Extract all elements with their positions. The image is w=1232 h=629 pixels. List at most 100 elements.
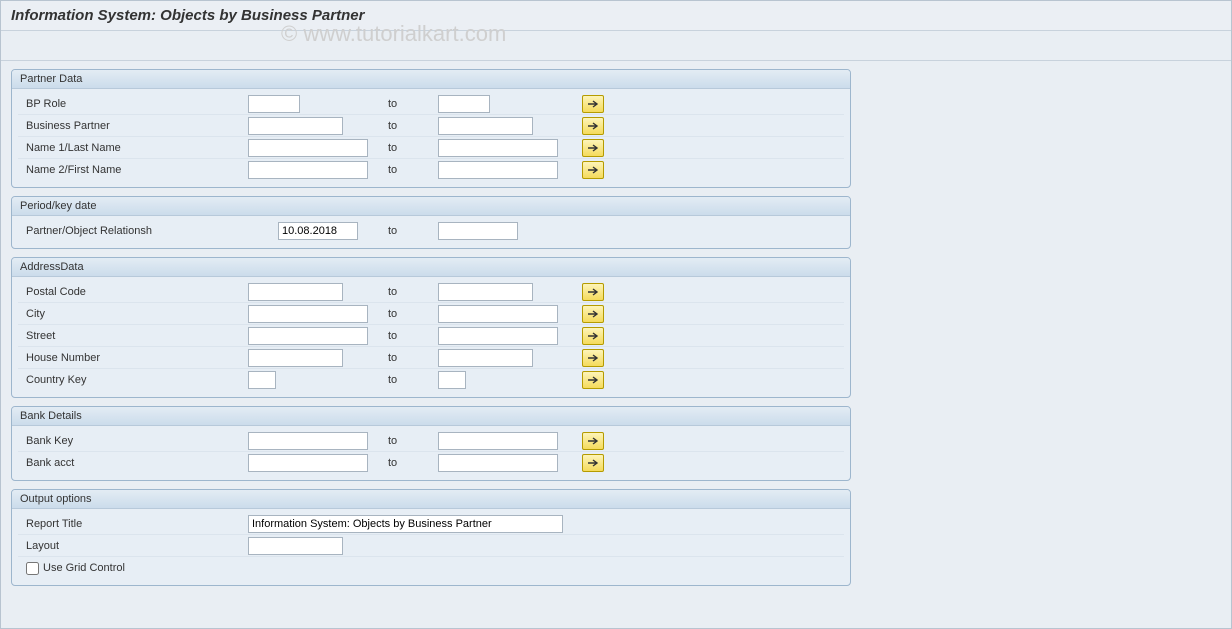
group-title-address: AddressData [12,258,850,277]
input-name2-from[interactable] [248,161,368,179]
group-body-address: Postal Code to City to Street to [12,277,850,397]
multiselect-button-street[interactable] [582,327,604,345]
multiselect-button-bp-role[interactable] [582,95,604,113]
checkbox-use-grid[interactable] [26,562,39,575]
input-name1-to[interactable] [438,139,558,157]
label-country: Country Key [18,374,248,386]
row-name1: Name 1/Last Name to [18,137,844,159]
label-postal: Postal Code [18,286,248,298]
to-label: to [388,286,438,298]
row-name2: Name 2/First Name to [18,159,844,181]
multiselect-button-postal[interactable] [582,283,604,301]
input-street-to[interactable] [438,327,558,345]
group-body-period: Partner/Object Relationsh to [12,216,850,248]
row-use-grid: Use Grid Control [18,557,844,579]
input-street-from[interactable] [248,327,368,345]
to-label: to [388,98,438,110]
input-bank-acct-to[interactable] [438,454,558,472]
group-bank: Bank Details Bank Key to Bank acct to [11,406,851,481]
multiselect-button-bank-acct[interactable] [582,454,604,472]
label-layout: Layout [18,540,248,552]
to-label: to [388,120,438,132]
input-bp-role-from[interactable] [248,95,300,113]
row-city: City to [18,303,844,325]
group-body-partner-data: BP Role to Business Partner to Name 1/La… [12,89,850,187]
input-country-to[interactable] [438,371,466,389]
row-house: House Number to [18,347,844,369]
row-layout: Layout [18,535,844,557]
to-label: to [388,352,438,364]
page-title: Information System: Objects by Business … [11,7,364,24]
arrow-right-icon [587,287,599,297]
input-relationship-to[interactable] [438,222,518,240]
row-street: Street to [18,325,844,347]
input-bank-key-from[interactable] [248,432,368,450]
to-label: to [388,164,438,176]
group-title-period: Period/key date [12,197,850,216]
multiselect-button-name2[interactable] [582,161,604,179]
multiselect-button-house[interactable] [582,349,604,367]
row-report-title: Report Title [18,513,844,535]
input-bank-acct-from[interactable] [248,454,368,472]
multiselect-button-name1[interactable] [582,139,604,157]
row-bp-role: BP Role to [18,93,844,115]
to-label: to [388,330,438,342]
input-name2-to[interactable] [438,161,558,179]
arrow-right-icon [587,143,599,153]
group-title-bank: Bank Details [12,407,850,426]
to-label: to [388,435,438,447]
group-address: AddressData Postal Code to City to [11,257,851,398]
to-label: to [388,142,438,154]
input-city-from[interactable] [248,305,368,323]
label-house: House Number [18,352,248,364]
app-window: © www.tutorialkart.com Information Syste… [0,0,1232,629]
row-relationship: Partner/Object Relationsh to [18,220,844,242]
input-report-title[interactable] [248,515,563,533]
label-business-partner: Business Partner [18,120,248,132]
label-street: Street [18,330,248,342]
input-postal-from[interactable] [248,283,343,301]
input-house-from[interactable] [248,349,343,367]
input-bp-role-to[interactable] [438,95,490,113]
group-body-bank: Bank Key to Bank acct to [12,426,850,480]
input-business-partner-to[interactable] [438,117,533,135]
input-house-to[interactable] [438,349,533,367]
label-report-title: Report Title [18,518,248,530]
label-city: City [18,308,248,320]
row-business-partner: Business Partner to [18,115,844,137]
multiselect-button-country[interactable] [582,371,604,389]
row-postal: Postal Code to [18,281,844,303]
group-title-partner-data: Partner Data [12,70,850,89]
title-bar: Information System: Objects by Business … [1,1,1231,31]
row-country: Country Key to [18,369,844,391]
arrow-right-icon [587,331,599,341]
arrow-right-icon [587,99,599,109]
to-label: to [388,374,438,386]
group-body-output: Report Title Layout Use Grid Control [12,509,850,585]
arrow-right-icon [587,121,599,131]
multiselect-button-city[interactable] [582,305,604,323]
arrow-right-icon [587,309,599,319]
multiselect-button-business-partner[interactable] [582,117,604,135]
to-label: to [388,308,438,320]
to-label: to [388,225,438,237]
input-name1-from[interactable] [248,139,368,157]
label-name2: Name 2/First Name [18,164,248,176]
multiselect-button-bank-key[interactable] [582,432,604,450]
input-bank-key-to[interactable] [438,432,558,450]
input-business-partner-from[interactable] [248,117,343,135]
input-country-from[interactable] [248,371,276,389]
label-relationship: Partner/Object Relationsh [18,225,278,237]
input-relationship-from[interactable] [278,222,358,240]
arrow-right-icon [587,458,599,468]
group-partner-data: Partner Data BP Role to Business Partner… [11,69,851,188]
row-bank-acct: Bank acct to [18,452,844,474]
input-postal-to[interactable] [438,283,533,301]
arrow-right-icon [587,165,599,175]
input-layout[interactable] [248,537,343,555]
group-title-output: Output options [12,490,850,509]
row-bank-key: Bank Key to [18,430,844,452]
input-city-to[interactable] [438,305,558,323]
label-bank-key: Bank Key [18,435,248,447]
to-label: to [388,457,438,469]
